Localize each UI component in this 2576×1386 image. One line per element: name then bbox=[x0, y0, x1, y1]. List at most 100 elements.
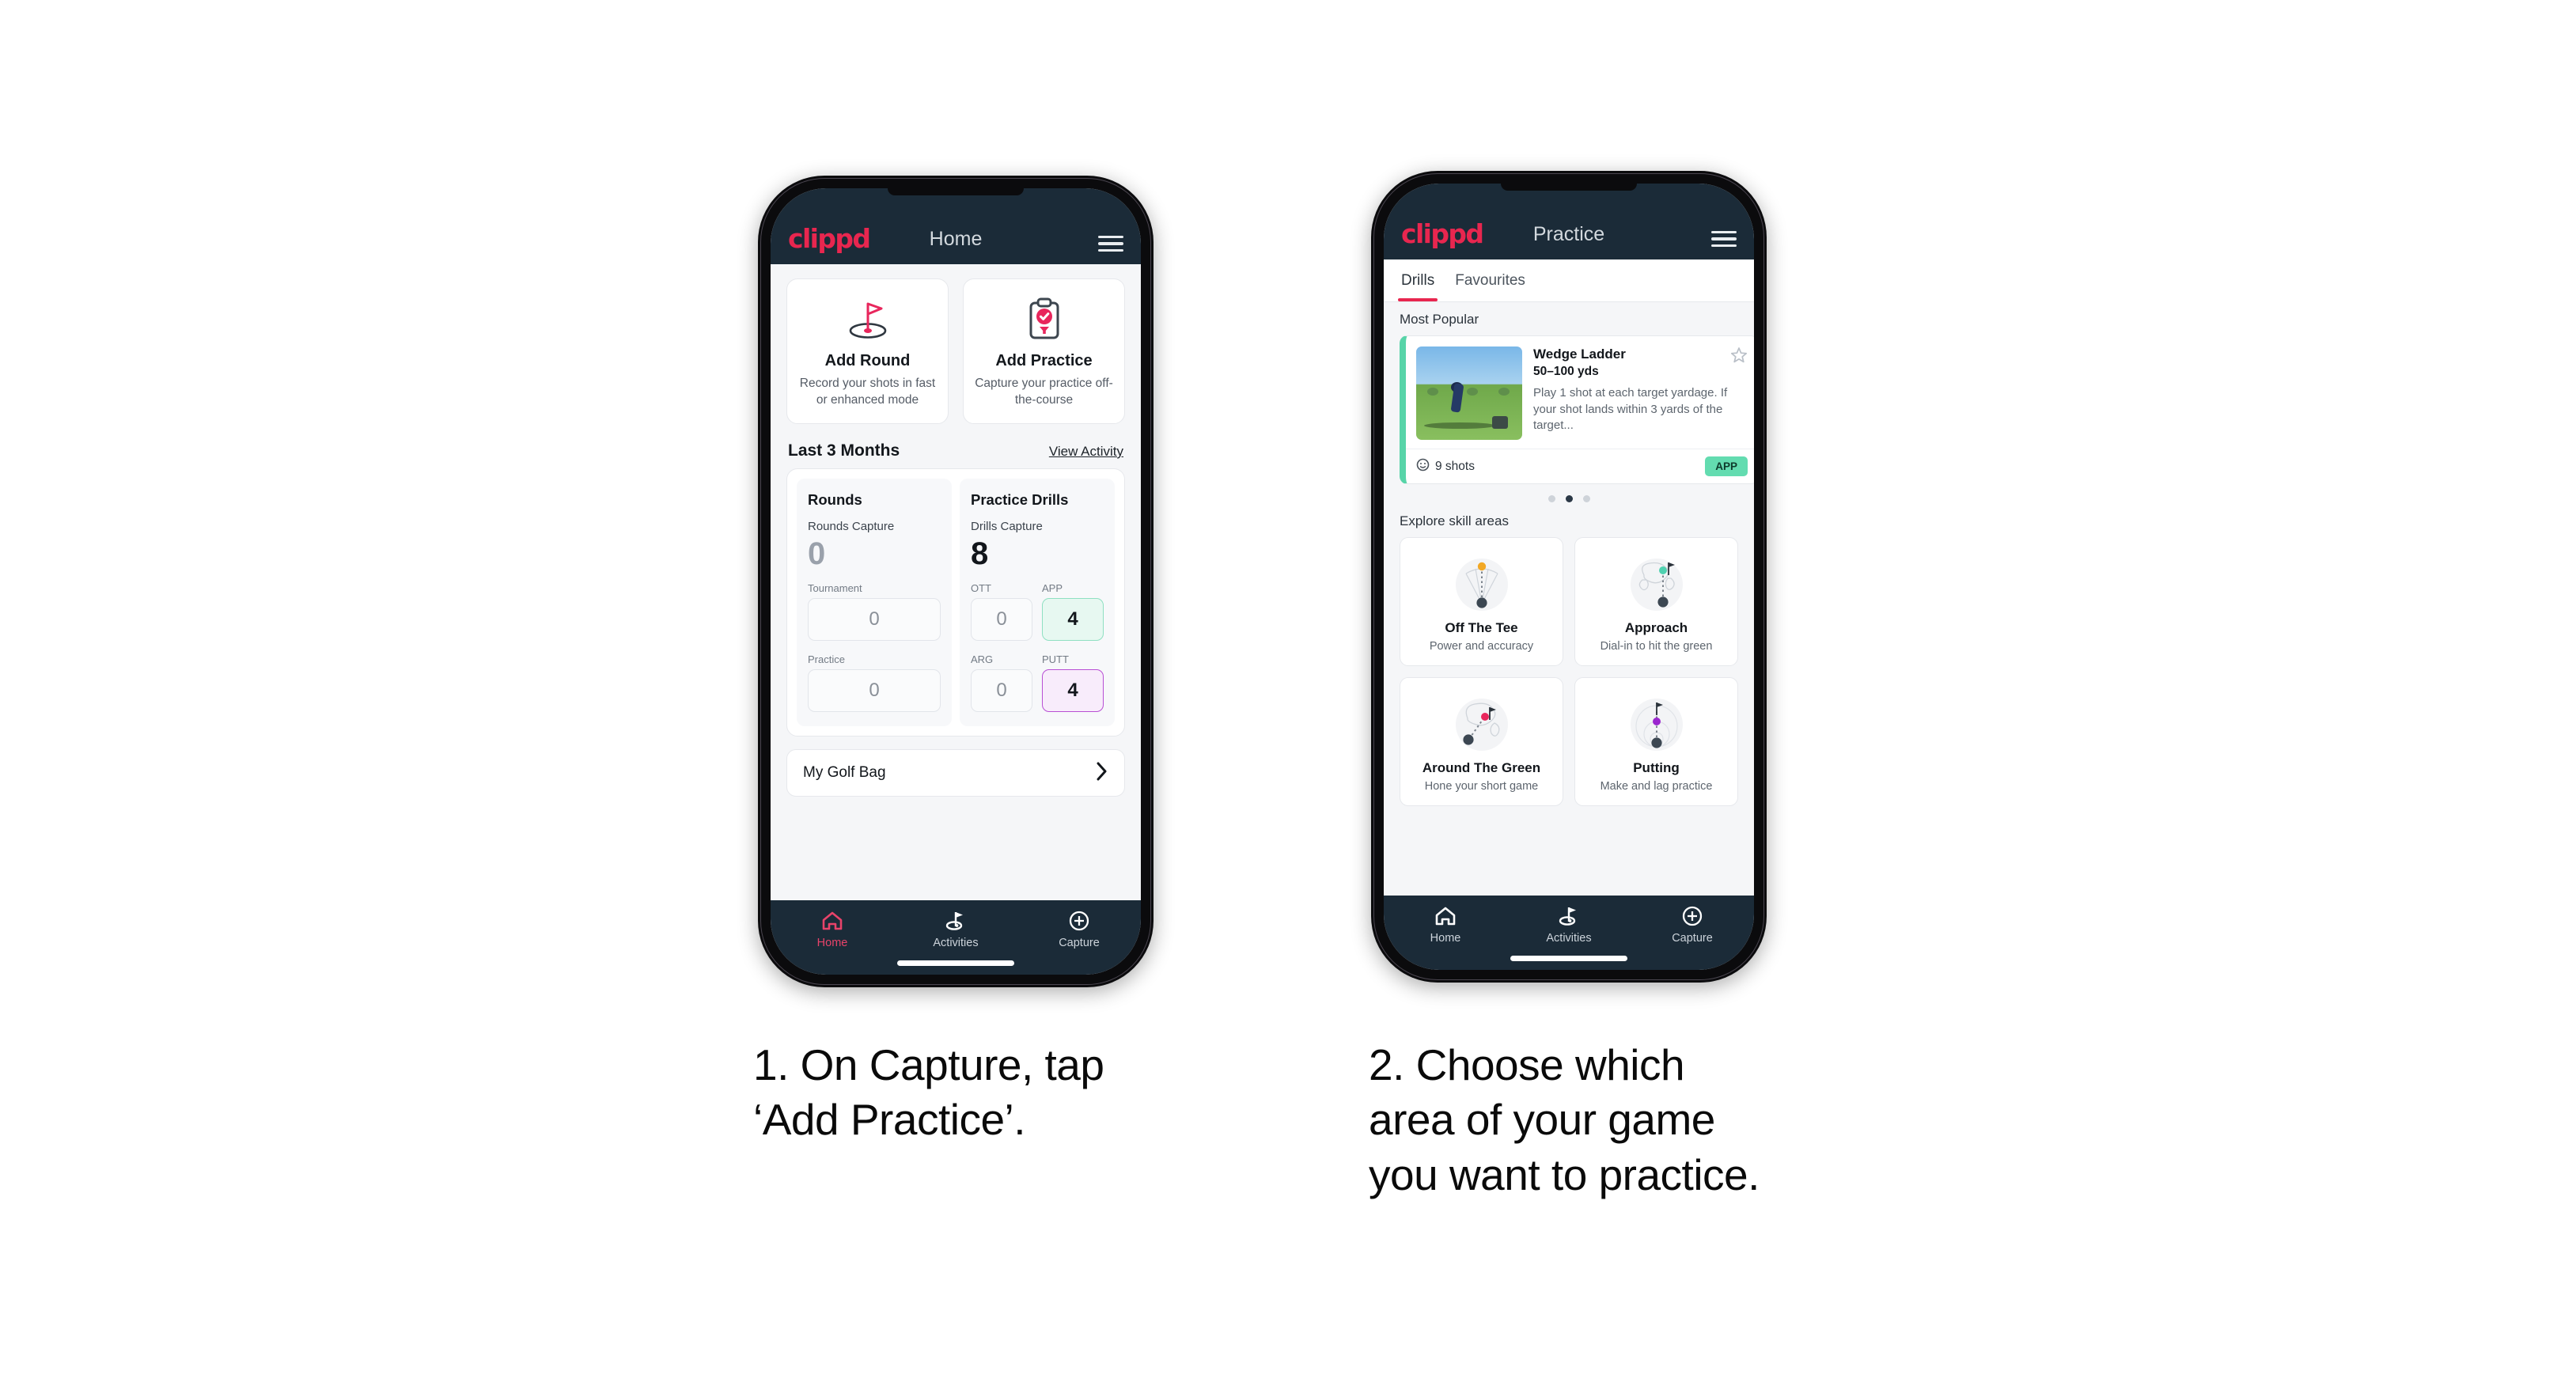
skill-title: Around The Green bbox=[1422, 760, 1541, 775]
caption-step-1: 1. On Capture, tap ‘Add Practice’. bbox=[753, 1038, 1244, 1148]
putt-label: PUTT bbox=[1042, 653, 1069, 665]
action-cards: Add Round Record your shots in fast or e… bbox=[786, 278, 1125, 424]
drills-header: Practice Drills bbox=[971, 490, 1069, 508]
add-practice-card[interactable]: Add Practice Capture your practice off-t… bbox=[963, 278, 1125, 424]
caption-2-line-2: area of your game bbox=[1369, 1095, 1715, 1145]
rounds-capture-label: Rounds Capture bbox=[808, 519, 895, 533]
drill-card[interactable]: Wedge Ladder 50–100 yds Play 1 shot at e… bbox=[1400, 335, 1754, 484]
app-label: APP bbox=[1042, 581, 1063, 594]
nav-capture-label: Capture bbox=[1672, 932, 1713, 945]
putting-icon bbox=[1582, 689, 1731, 757]
carousel-dot-active[interactable] bbox=[1565, 495, 1573, 502]
section-title: Last 3 Months bbox=[788, 441, 900, 460]
nav-activities[interactable]: Activities bbox=[1507, 905, 1631, 945]
nav-activities[interactable]: Activities bbox=[894, 910, 1017, 949]
clipboard-check-tee-icon bbox=[972, 295, 1116, 344]
drill-badge: APP bbox=[1705, 456, 1748, 476]
drill-yardage: 50–100 yds bbox=[1533, 365, 1599, 378]
add-round-title: Add Round bbox=[824, 352, 911, 369]
nav-activities-label: Activities bbox=[933, 937, 979, 949]
appbar-practice: clippd Practice bbox=[1384, 184, 1754, 259]
phone-practice: clippd Practice Drills Favourites Most P… bbox=[1371, 171, 1767, 983]
page-root: clippd Home Add Round Record your shots … bbox=[0, 0, 2576, 1386]
practice-value[interactable]: 0 bbox=[808, 668, 941, 712]
carousel-dot[interactable] bbox=[1547, 495, 1555, 502]
ott-value[interactable]: 0 bbox=[971, 597, 1032, 641]
nav-activities-label: Activities bbox=[1546, 932, 1592, 945]
skill-approach[interactable]: Approach Dial-in to hit the green bbox=[1574, 537, 1738, 666]
app-value[interactable]: 4 bbox=[1042, 597, 1104, 641]
home-indicator bbox=[897, 960, 1014, 966]
home-body: Add Round Record your shots in fast or e… bbox=[771, 264, 1141, 900]
carousel-dot[interactable] bbox=[1582, 495, 1590, 502]
screen-practice: clippd Practice Drills Favourites Most P… bbox=[1384, 184, 1754, 970]
caption-step-2: 2. Choose which area of your game you wa… bbox=[1369, 1038, 1875, 1202]
skills-grid: Off The Tee Power and accuracy Approach … bbox=[1384, 537, 1754, 806]
caption-1-line-2: ‘Add Practice’. bbox=[753, 1095, 1026, 1145]
nav-capture[interactable]: Capture bbox=[1017, 910, 1141, 949]
phone-home: clippd Home Add Round Record your shots … bbox=[758, 176, 1154, 987]
tab-favourites[interactable]: Favourites bbox=[1455, 259, 1525, 301]
nav-home-label: Home bbox=[816, 937, 848, 949]
home-indicator bbox=[1510, 956, 1627, 961]
skill-around-the-green[interactable]: Around The Green Hone your short game bbox=[1400, 677, 1563, 806]
bottom-nav-practice: Home Activities Capture bbox=[1384, 896, 1754, 970]
skill-off-the-tee[interactable]: Off The Tee Power and accuracy bbox=[1400, 537, 1563, 666]
hamburger-icon[interactable] bbox=[1098, 235, 1123, 252]
arg-value[interactable]: 0 bbox=[971, 668, 1032, 712]
skill-title: Approach bbox=[1624, 620, 1688, 635]
most-popular-label: Most Popular bbox=[1400, 312, 1479, 327]
nav-home[interactable]: Home bbox=[771, 910, 894, 949]
carousel-dots[interactable] bbox=[1384, 484, 1754, 506]
clippd-logo: clippd bbox=[788, 223, 871, 254]
tab-drills[interactable]: Drills bbox=[1397, 259, 1438, 301]
stats-card: Rounds Rounds Capture 0 Tournament 0 Pra… bbox=[786, 468, 1125, 737]
clippd-logo: clippd bbox=[1401, 218, 1484, 249]
caption-2-line-3: you want to practice. bbox=[1369, 1149, 1760, 1199]
skill-sub: Hone your short game bbox=[1424, 780, 1539, 793]
my-golf-bag-row[interactable]: My Golf Bag bbox=[786, 748, 1125, 797]
drill-title: Wedge Ladder bbox=[1533, 346, 1626, 362]
section-header: Last 3 Months View Activity bbox=[788, 441, 1123, 460]
caption-1-line-1: 1. On Capture, tap bbox=[753, 1040, 1104, 1089]
skill-putting[interactable]: Putting Make and lag practice bbox=[1574, 677, 1738, 806]
drill-description: Play 1 shot at each target yardage. If y… bbox=[1533, 386, 1728, 433]
nav-capture[interactable]: Capture bbox=[1631, 905, 1754, 945]
screen-home: clippd Home Add Round Record your shots … bbox=[771, 188, 1141, 975]
tournament-label: Tournament bbox=[808, 581, 862, 594]
rounds-header: Rounds bbox=[808, 490, 862, 508]
star-outline-icon[interactable] bbox=[1730, 346, 1748, 364]
practice-tabs: Drills Favourites bbox=[1384, 259, 1754, 302]
chevron-right-icon bbox=[1096, 761, 1108, 785]
arg-label: ARG bbox=[971, 653, 994, 665]
hamburger-icon[interactable] bbox=[1711, 230, 1737, 247]
bottom-nav-home: Home Activities Capture bbox=[771, 900, 1141, 975]
skill-sub: Dial-in to hit the green bbox=[1600, 640, 1713, 653]
golf-flag-hole-icon bbox=[795, 295, 940, 344]
skills-label: Explore skill areas bbox=[1400, 513, 1509, 528]
skill-sub: Power and accuracy bbox=[1429, 640, 1534, 653]
drill-shots-label: 9 shots bbox=[1435, 459, 1475, 473]
putt-value[interactable]: 4 bbox=[1042, 668, 1104, 712]
clock-icon bbox=[1416, 458, 1430, 475]
add-round-card[interactable]: Add Round Record your shots in fast or e… bbox=[786, 278, 949, 424]
rounds-column: Rounds Rounds Capture 0 Tournament 0 Pra… bbox=[797, 478, 952, 726]
practice-label: Practice bbox=[808, 653, 845, 665]
drill-thumbnail bbox=[1416, 346, 1522, 440]
nav-home[interactable]: Home bbox=[1384, 905, 1507, 945]
view-activity-link[interactable]: View Activity bbox=[1049, 444, 1123, 460]
my-golf-bag-label: My Golf Bag bbox=[803, 763, 886, 781]
approach-icon bbox=[1582, 549, 1731, 617]
drill-carousel[interactable]: Wedge Ladder 50–100 yds Play 1 shot at e… bbox=[1384, 335, 1754, 484]
nav-home-label: Home bbox=[1430, 932, 1461, 945]
skill-sub: Make and lag practice bbox=[1600, 780, 1713, 793]
practice-body: Most Popular Wedge Ladder 50–100 yds Pla… bbox=[1384, 302, 1754, 896]
tournament-value[interactable]: 0 bbox=[808, 597, 941, 641]
drills-capture-label: Drills Capture bbox=[971, 519, 1043, 533]
nav-capture-label: Capture bbox=[1059, 937, 1100, 949]
add-practice-title: Add Practice bbox=[995, 352, 1093, 369]
skill-title: Off The Tee bbox=[1445, 620, 1518, 635]
add-round-sub: Record your shots in fast or enhanced mo… bbox=[799, 377, 936, 407]
notch bbox=[1501, 184, 1637, 191]
ott-label: OTT bbox=[971, 581, 991, 594]
